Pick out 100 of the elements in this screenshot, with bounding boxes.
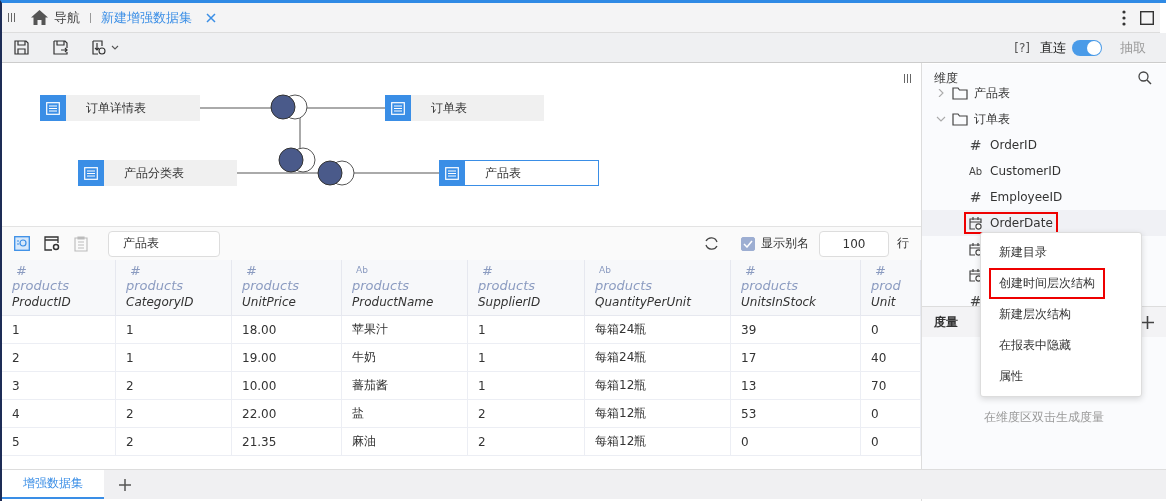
table-node[interactable]: 产品表 <box>439 160 599 186</box>
column-header[interactable]: # products UnitPrice <box>232 260 342 316</box>
join-icon[interactable] <box>317 160 355 186</box>
calendar-clock-icon <box>969 216 982 230</box>
table-cell: 2 <box>116 428 232 456</box>
table-cell: 0 <box>731 428 861 456</box>
column-name: Unit <box>871 294 896 310</box>
table-cell: 2 <box>468 400 585 428</box>
panel-handle-icon[interactable] <box>904 74 911 83</box>
menu-item[interactable]: 新建层次结构 <box>989 299 1081 330</box>
checkbox[interactable] <box>741 236 755 251</box>
table-cell: 4 <box>2 400 116 428</box>
menu-item[interactable]: 在报表中隐藏 <box>989 330 1081 361</box>
field-type-icon: Ab <box>599 263 611 278</box>
table-cell: 13 <box>731 372 861 400</box>
column-group: products <box>12 278 70 294</box>
measure-title: 度量 <box>934 313 958 331</box>
table-icon <box>84 166 98 180</box>
column-header[interactable]: # products ProductID <box>2 260 116 316</box>
save-icon[interactable] <box>14 40 29 55</box>
preview-icon[interactable] <box>14 236 30 251</box>
table-cell: 21.35 <box>232 428 342 456</box>
add-icon[interactable] <box>119 478 131 491</box>
field-type-icon: Ab <box>356 263 368 278</box>
table-cell: 2 <box>468 428 585 456</box>
field-item[interactable]: # OrderID <box>964 133 1042 157</box>
column-group: products <box>242 278 300 294</box>
column-header[interactable]: # products UnitsInStock <box>731 260 861 316</box>
table-cell: 1 <box>116 344 232 372</box>
import-dropdown-icon[interactable] <box>92 40 120 55</box>
column-group: prod <box>871 278 901 294</box>
column-name: UnitPrice <box>242 294 296 310</box>
mode-toggle[interactable] <box>1072 39 1102 56</box>
table-cell: 牛奶 <box>342 344 468 372</box>
refresh-icon[interactable] <box>704 236 719 251</box>
search-icon[interactable] <box>1138 71 1152 85</box>
table-node[interactable]: 产品分类表 <box>78 160 237 186</box>
menu-item[interactable]: 创建时间层次结构 <box>989 268 1105 299</box>
table-node[interactable]: 订单表 <box>385 95 544 121</box>
join-icon[interactable] <box>270 94 308 120</box>
field-type-icon: # <box>130 263 141 278</box>
table-cell: 5 <box>2 428 116 456</box>
column-group: products <box>352 278 410 294</box>
table-cell: 1 <box>116 316 232 344</box>
column-group: products <box>478 278 536 294</box>
table-cell: 2 <box>116 372 232 400</box>
table-icon <box>391 101 405 115</box>
show-alias-label[interactable]: 显示别名 <box>761 235 809 252</box>
column-header[interactable]: Ab products QuantityPerUnit <box>585 260 731 316</box>
table-cell: 1 <box>468 344 585 372</box>
row-limit-field[interactable]: 100 <box>819 230 889 257</box>
field-item[interactable]: Ab CustomerID <box>964 160 1067 182</box>
field-type-icon: # <box>246 263 257 278</box>
table-cell: 1 <box>468 372 585 400</box>
add-icon[interactable] <box>1141 315 1154 329</box>
maximize-icon[interactable] <box>1140 10 1154 25</box>
table-cell: 2 <box>2 344 116 372</box>
table-cell: 10.00 <box>232 372 342 400</box>
close-icon[interactable] <box>206 12 216 23</box>
drag-handle-icon[interactable] <box>8 13 15 22</box>
more-icon[interactable] <box>1122 9 1126 26</box>
table-cell: 3 <box>2 372 116 400</box>
table-cell: 0 <box>861 400 921 428</box>
help-link[interactable]: [?] <box>1014 40 1030 55</box>
sheet-tab[interactable]: 增强数据集 <box>2 470 104 499</box>
field-type-icon: # <box>745 263 756 278</box>
table-node[interactable]: 订单详情表 <box>40 95 200 121</box>
nav-label[interactable]: 导航 <box>54 8 80 27</box>
table-cell: 1 <box>468 316 585 344</box>
table-cell: 53 <box>731 400 861 428</box>
table-cell: 苹果汁 <box>342 316 468 344</box>
column-header[interactable]: Ab products ProductName <box>342 260 468 316</box>
table-cell: 40 <box>861 344 921 372</box>
column-group: products <box>741 278 799 294</box>
column-header[interactable]: # products SupplierID <box>468 260 585 316</box>
table-cell: 每箱12瓶 <box>585 400 731 428</box>
save-as-icon[interactable] <box>53 40 68 55</box>
table-cell: 70 <box>861 372 921 400</box>
field-item[interactable]: # EmployeeID <box>964 185 1068 209</box>
home-icon[interactable] <box>31 10 48 25</box>
table-cell: 18.00 <box>232 316 342 344</box>
table-cell: 盐 <box>342 400 468 428</box>
menu-item[interactable]: 属性 <box>989 361 1033 392</box>
folder-label[interactable]: 订单表 <box>974 110 1010 128</box>
dimension-title: 维度 <box>934 69 958 87</box>
measure-hint: 在维度区双击生成度量 <box>983 409 1105 426</box>
join-icon[interactable] <box>278 147 316 173</box>
column-header[interactable]: # products CategoryID <box>116 260 232 316</box>
column-header[interactable]: # prod Unit <box>861 260 921 316</box>
rows-unit-label: 行 <box>897 235 909 252</box>
table-icon <box>445 166 459 180</box>
column-name: CategoryID <box>126 294 194 310</box>
table-name-field[interactable]: 产品表 <box>108 230 220 257</box>
menu-item[interactable]: 新建目录 <box>989 237 1057 268</box>
clipboard-icon[interactable] <box>74 235 88 252</box>
folder-icon <box>952 86 968 100</box>
table-settings-icon[interactable] <box>44 236 60 251</box>
folder-label[interactable]: 产品表 <box>974 84 1010 102</box>
table-cell: 麻油 <box>342 428 468 456</box>
column-name: ProductName <box>352 294 434 310</box>
